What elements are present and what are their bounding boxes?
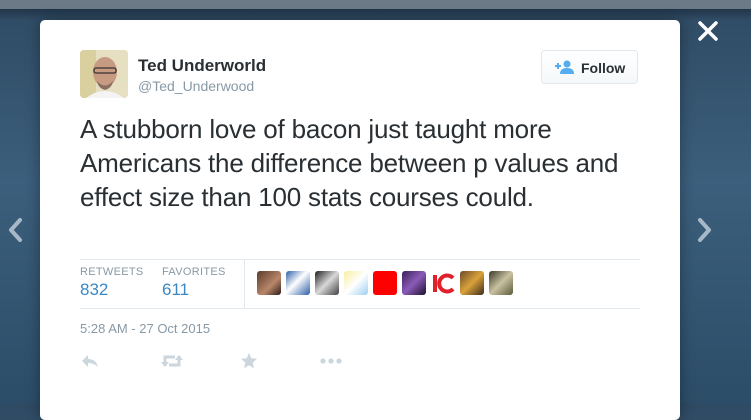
favorites-count: 611 (162, 280, 190, 299)
avatar[interactable] (80, 50, 128, 98)
more-icon[interactable] (320, 352, 342, 370)
follow-button[interactable]: Follow (541, 50, 638, 84)
favoriter-avatar[interactable] (460, 271, 484, 295)
tweet-timestamp[interactable]: 5:28 AM - 27 Oct 2015 (80, 321, 210, 336)
follow-button-label: Follow (581, 60, 626, 76)
favoriter-avatar[interactable] (431, 271, 455, 295)
favoriter-avatar[interactable] (373, 271, 397, 295)
chevron-left-icon[interactable] (6, 216, 26, 244)
tweet-text: A stubborn love of bacon just taught mor… (80, 114, 619, 212)
background-top-bar (0, 0, 751, 9)
reply-icon[interactable] (80, 352, 100, 370)
user-handle[interactable]: @Ted_Underwood (138, 78, 254, 94)
favorites-stat[interactable]: FAVORITES 611 (162, 266, 226, 300)
retweets-stat[interactable]: RETWEETS 832 (80, 266, 144, 300)
close-icon[interactable] (695, 18, 721, 44)
favoriter-avatar[interactable] (315, 271, 339, 295)
add-user-icon (555, 60, 575, 74)
stats-divider (244, 260, 245, 308)
chevron-right-icon[interactable] (694, 216, 714, 244)
favorites-label: FAVORITES (162, 266, 226, 278)
favoriter-avatar[interactable] (344, 271, 368, 295)
favoriter-avatar[interactable] (402, 271, 426, 295)
retweets-label: RETWEETS (80, 266, 144, 278)
retweet-icon[interactable] (160, 352, 184, 370)
favoriter-avatar[interactable] (257, 271, 281, 295)
favorite-icon[interactable] (240, 352, 258, 370)
retweets-count: 832 (80, 280, 109, 299)
favoriter-avatar[interactable] (489, 271, 513, 295)
background-top-shade (0, 9, 751, 20)
tweet-card: Ted Underworld @Ted_Underwood Follow A s… (40, 20, 680, 420)
display-name[interactable]: Ted Underworld (138, 56, 266, 76)
favoriter-avatar[interactable] (286, 271, 310, 295)
tweet-stats: RETWEETS 832 FAVORITES 611 (80, 259, 640, 309)
